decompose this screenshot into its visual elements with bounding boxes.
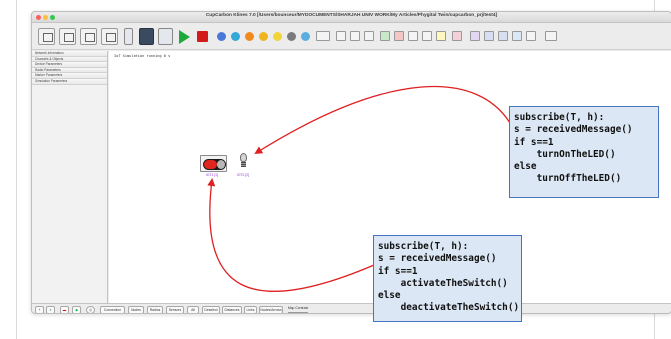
arrow-to-switch [207, 178, 375, 293]
code-line: else [514, 161, 537, 173]
code-line: s = receivedMessage() [378, 253, 497, 265]
led-code-box: subscribe(T, h): s = receivedMessage() i… [509, 106, 659, 198]
code-line: if s==1 [514, 136, 554, 148]
code-line: turnOnTheLED() [514, 148, 616, 160]
code-line: turnOffTheLED() [514, 173, 622, 185]
code-line: s = receivedMessage() [514, 124, 633, 136]
code-line: else [378, 290, 401, 302]
code-line: subscribe(T, h): [514, 112, 605, 123]
arrow-to-led [254, 85, 511, 155]
slide: CupCarbon Klines 7.0 [/Users/bounceur/MY… [0, 0, 671, 339]
code-line: if s==1 [378, 265, 418, 277]
code-line: activateTheSwitch() [378, 277, 508, 289]
code-line: subscribe(T, h): [378, 241, 469, 252]
switch-code-box: subscribe(T, h): s = receivedMessage() i… [373, 235, 522, 322]
code-line: deactivateTheSwitch() [378, 302, 520, 314]
